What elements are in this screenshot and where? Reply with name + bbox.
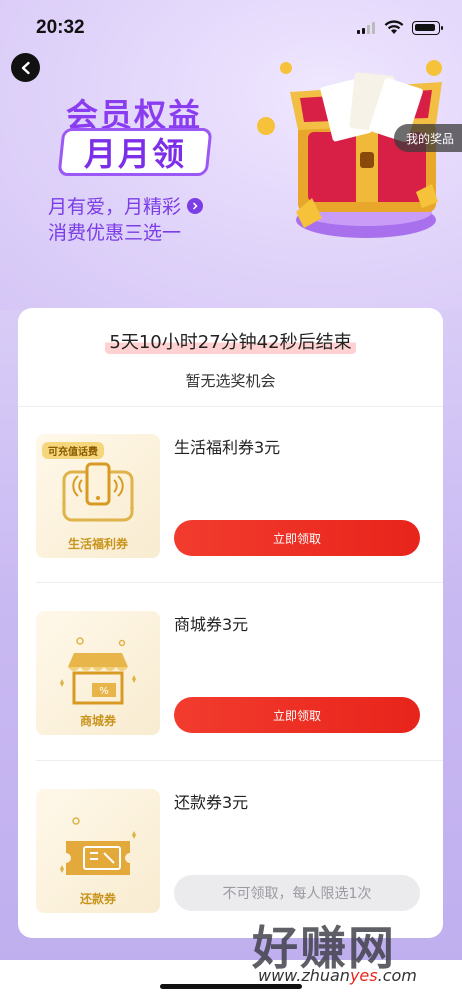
phone-icon	[62, 462, 134, 522]
selection-status: 暂无选奖机会	[185, 372, 276, 390]
back-button[interactable]	[11, 53, 40, 82]
claim-button[interactable]: 立即领取	[174, 697, 420, 733]
coupon-thumbnail: 还款券	[36, 789, 160, 913]
status-time: 20:32	[36, 17, 85, 38]
thumb-caption: 还款券	[79, 892, 116, 906]
coupon-card: 5天10小时27分钟42秒后结束 暂无选奖机会 可充值话费 生活福利券 生活福利…	[18, 308, 443, 938]
countdown-wrap: 5天10小时27分钟42秒后结束	[18, 328, 443, 354]
thumb-tag: 可充值话费	[42, 442, 104, 459]
watermark-url-prefix: www.zhuan	[258, 966, 350, 985]
disabled-claim-button[interactable]: 不可领取，每人限选1次	[174, 875, 420, 911]
countdown-timer: 5天10小时27分钟42秒后结束	[105, 328, 356, 354]
shop-icon: %	[60, 637, 136, 705]
thumb-caption: 商城券	[79, 714, 116, 728]
watermark-url: www.zhuanyes.com	[258, 966, 417, 985]
divider	[36, 582, 443, 583]
divider	[18, 406, 443, 407]
title-badge: 月月领	[57, 128, 213, 176]
divider	[36, 760, 443, 761]
coupon-title: 商城券3元	[174, 615, 249, 634]
wifi-icon	[384, 20, 404, 34]
status-bar: 20:32	[0, 0, 462, 52]
watermark-url-highlight: yes	[349, 966, 378, 985]
coupon-thumbnail: 可充值话费 生活福利券	[36, 434, 160, 558]
treasure-chest-icon	[257, 60, 442, 238]
thumb-caption: 生活福利券	[67, 537, 128, 551]
title-badge-text: 月月领	[83, 135, 186, 173]
claim-button[interactable]: 立即领取	[174, 520, 420, 556]
coupon-item-life: 可充值话费 生活福利券 生活福利券3元 立即领取	[36, 434, 426, 564]
coupon-item-repay: 还款券 还款券3元 不可领取，每人限选1次	[36, 789, 426, 919]
subtitle-text: 月有爱，月精彩	[48, 196, 182, 218]
coupon-item-mall: % 商城券 商城券3元 立即领取	[36, 611, 426, 741]
coupon-title: 还款券3元	[174, 793, 249, 812]
subtitle-text-2: 消费优惠三选一	[48, 222, 182, 244]
chevron-left-icon	[21, 61, 30, 74]
battery-icon	[412, 21, 443, 35]
coupon-title: 生活福利券3元	[174, 438, 281, 457]
my-prizes-button[interactable]: 我的奖品	[393, 124, 462, 152]
chevron-right-icon	[187, 197, 204, 214]
ticket-icon	[60, 817, 136, 875]
signal-icon	[357, 22, 375, 34]
watermark-url-suffix: .com	[377, 966, 417, 985]
home-indicator	[160, 984, 302, 989]
svg-text:%: %	[99, 686, 109, 697]
subtitle-link[interactable]: 月有爱，月精彩	[48, 192, 204, 219]
coupon-thumbnail: % 商城券	[36, 611, 160, 735]
